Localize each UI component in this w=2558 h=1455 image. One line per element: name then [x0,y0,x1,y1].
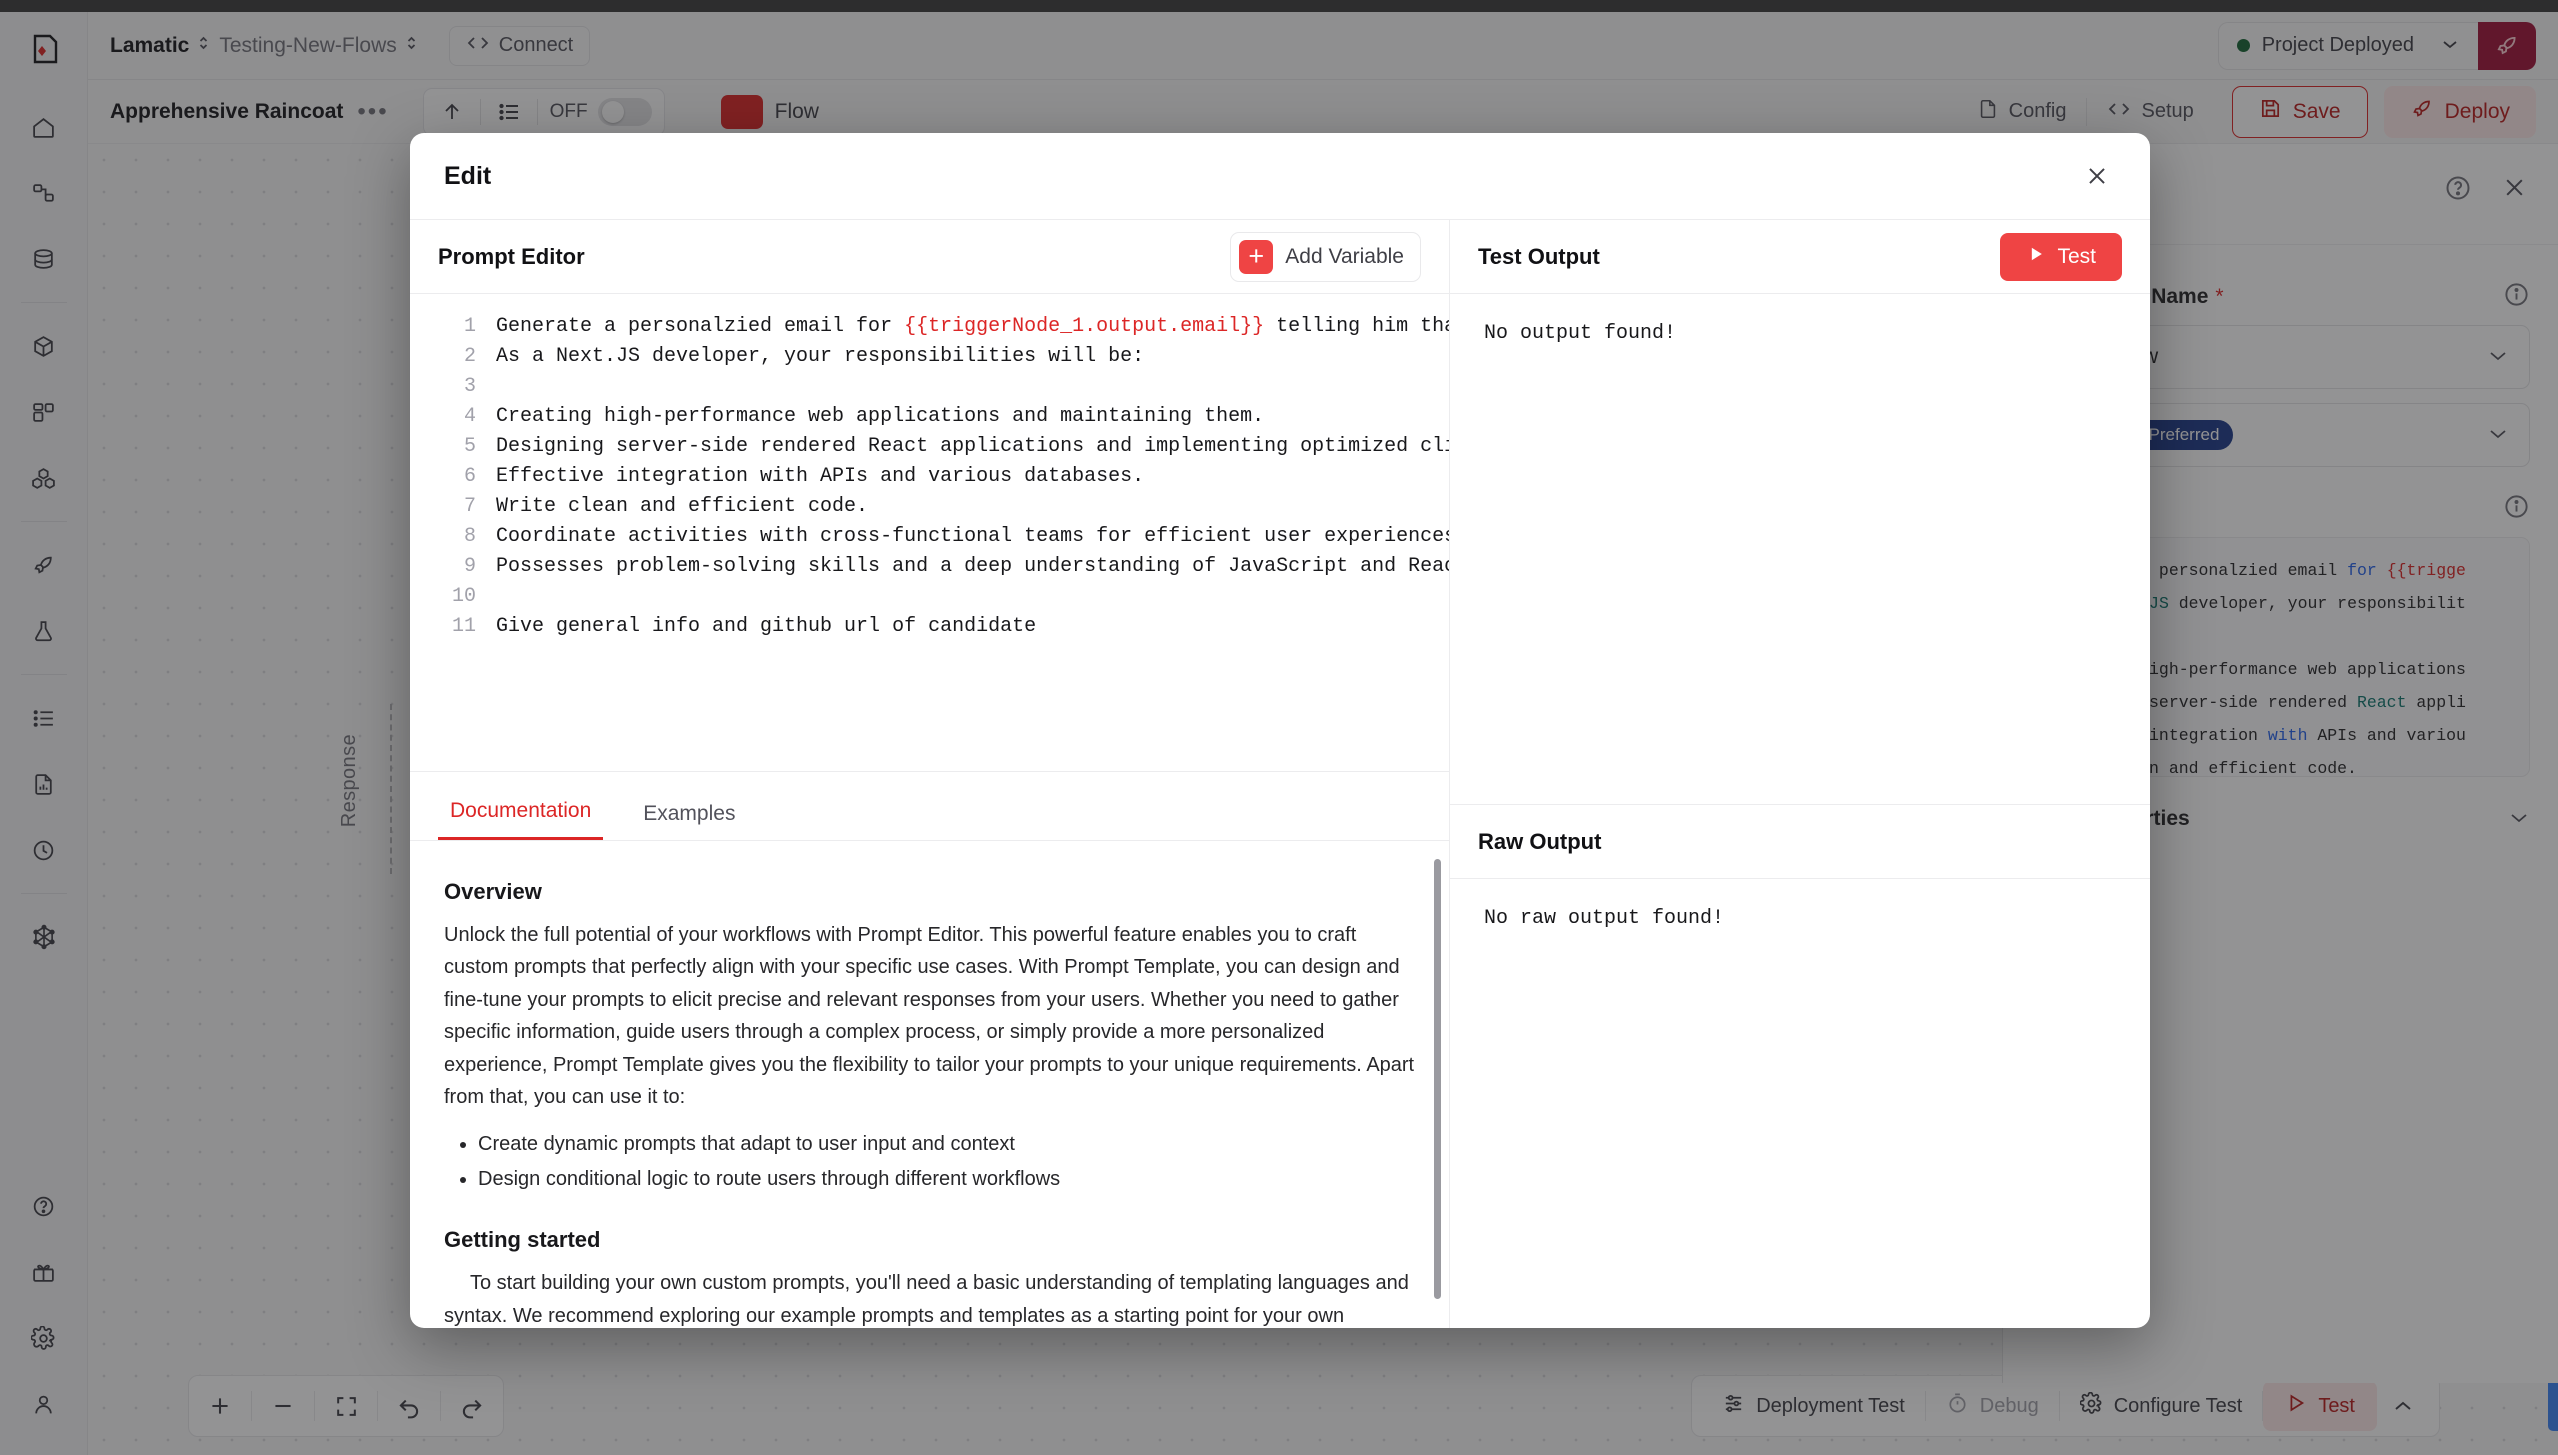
code-line[interactable]: 4 Creating high-performance web applicati… [410,402,1449,432]
getting-started-text: To start building your own custom prompt… [444,1272,1409,1327]
code-line[interactable]: 3 [410,372,1449,402]
line-number: 11 [451,615,476,638]
code-line-text: Write clean and efficient code. [496,495,869,518]
close-icon[interactable] [2078,157,2116,195]
code-line[interactable]: 8 Coordinate activities with cross-functi… [410,522,1449,552]
line-number: 6 [463,465,476,488]
tab-documentation[interactable]: Documentation [438,799,604,840]
line-number: 8 [463,525,476,548]
add-variable-label: Add Variable [1285,244,1404,268]
code-line-text: Possesses problem-solving skills and a d… [496,555,1449,578]
line-number: 4 [463,405,476,428]
documentation-tabs: Documentation Examples [410,771,1449,841]
line-number: 10 [451,585,476,608]
getting-started-heading: Getting started [444,1227,601,1253]
code-line-text: Effective integration with APIs and vari… [496,465,1145,488]
line-number: 1 [463,315,476,338]
code-line[interactable]: 9 Possesses problem-solving skills and a … [410,552,1449,582]
code-line-text: Designing server-side rendered React app… [496,435,1449,458]
documentation-scrollbar[interactable] [1434,859,1441,1299]
modal-left-column: Prompt Editor + Add Variable 1 Generate a… [410,220,1450,1328]
code-line-text: As a Next.JS developer, your responsibil… [496,345,1145,368]
test-output-empty-text: No output found! [1484,322,1677,345]
raw-output-empty-text: No raw output found! [1484,907,1725,930]
raw-output-header: Raw Output [1450,805,2150,879]
code-line[interactable]: 10 [410,582,1449,612]
overview-text: Unlock the full potential of your workfl… [444,924,1415,1108]
add-variable-button[interactable]: + Add Variable [1230,231,1421,282]
documentation-body[interactable]: Overview Unlock the full potential of yo… [410,841,1449,1328]
edit-prompt-modal: Edit Prompt Editor + Add Variable 1 Gener… [410,133,2150,1328]
modal-content-grid: Prompt Editor + Add Variable 1 Generate a… [410,219,2150,1328]
modal-title: Edit [444,161,492,190]
test-output-header: Test Output Test [1450,220,2150,294]
list-item: Create dynamic prompts that adapt to use… [478,1127,1415,1162]
code-line-text: Give general info and github url of cand… [496,615,1037,638]
modal-header: Edit [410,133,2150,219]
prompt-editor-title: Prompt Editor [438,243,585,269]
prompt-editor-header: Prompt Editor + Add Variable [410,220,1449,294]
code-line-text: Creating high-performance web applicatio… [496,405,1265,428]
template-variable-token: {{triggerNode_1.output.email}} [904,315,1265,338]
code-line-text: Generate a personalzied email for {{trig… [496,315,1449,338]
raw-output-section: Raw Output No raw output found! [1450,804,2150,1328]
line-number: 2 [463,345,476,368]
play-icon [2026,244,2046,270]
raw-output-body: No raw output found! [1450,879,2150,1328]
overview-bullets: Create dynamic prompts that adapt to use… [478,1127,1415,1197]
line-number: 7 [463,495,476,518]
test-output-body: No output found! [1450,294,2150,804]
line-number: 9 [463,555,476,578]
overview-heading: Overview [444,879,542,904]
code-line-text: Coordinate activities with cross-functio… [496,525,1449,548]
modal-right-column: Test Output Test No output found! Raw Ou… [1450,220,2150,1328]
test-label: Test [2057,244,2096,268]
code-line[interactable]: 11 Give general info and github url of ca… [410,612,1449,642]
code-line[interactable]: 7 Write clean and efficient code. [410,492,1449,522]
raw-output-title: Raw Output [1478,828,1602,854]
plus-icon: + [1239,239,1274,274]
code-line[interactable]: 2 As a Next.JS developer, your responsibi… [410,342,1449,372]
code-line[interactable]: 5 Designing server-side rendered React ap… [410,432,1449,462]
prompt-code-editor[interactable]: 1 Generate a personalzied email for {{tri… [410,294,1449,771]
line-number: 3 [463,375,476,398]
test-output-title: Test Output [1478,243,1600,269]
list-item: Design conditional logic to route users … [478,1162,1415,1197]
tab-examples[interactable]: Examples [631,802,747,840]
test-button[interactable]: Test [2000,232,2122,281]
code-line[interactable]: 1 Generate a personalzied email for {{tri… [410,312,1449,342]
code-line[interactable]: 6 Effective integration with APIs and var… [410,462,1449,492]
line-number: 5 [463,435,476,458]
